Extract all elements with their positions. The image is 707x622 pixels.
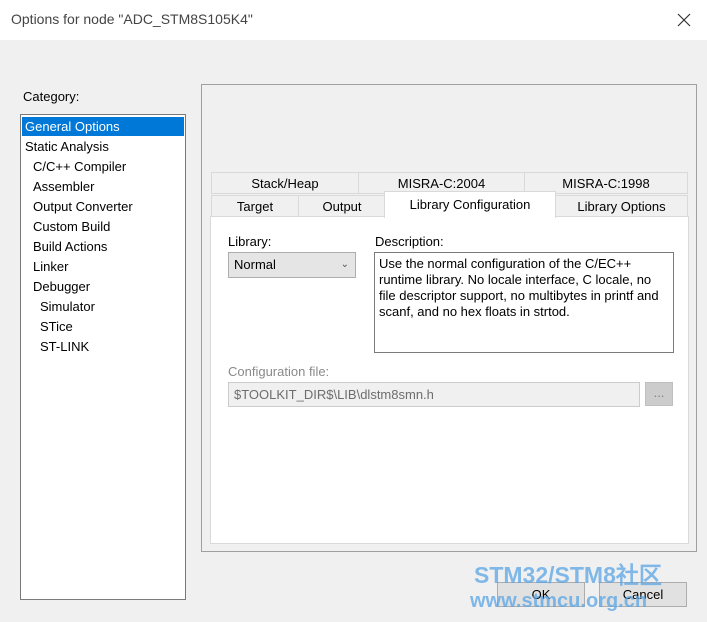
tab-library-configuration[interactable]: Library Configuration [384,191,556,218]
cancel-button[interactable]: Cancel [599,582,687,607]
category-item-debugger[interactable]: Debugger [30,277,90,296]
ok-button[interactable]: OK [497,582,585,607]
category-item-stice[interactable]: STice [37,317,73,336]
library-select-value: Normal [234,257,276,272]
window-title: Options for node "ADC_STM8S105K4" [11,11,253,27]
category-item-custom-build[interactable]: Custom Build [30,217,110,236]
configuration-file-label: Configuration file: [228,364,330,379]
close-button[interactable] [660,0,707,40]
category-item-general-options[interactable]: General Options [22,117,184,136]
close-icon [677,13,690,27]
category-item-st-link[interactable]: ST-LINK [37,337,89,356]
category-item-simulator[interactable]: Simulator [37,297,95,316]
category-item-output-converter[interactable]: Output Converter [30,197,133,216]
chevron-down-icon: ⌄ [340,259,349,270]
configuration-file-input[interactable]: $TOOLKIT_DIR$\LIB\dlstm8smn.h [228,382,640,407]
description-label: Description: [375,234,444,249]
category-item-c-compiler[interactable]: C/C++ Compiler [30,157,126,176]
tab-output[interactable]: Output [298,195,386,217]
category-label: Category: [23,89,80,104]
category-item-linker[interactable]: Linker [30,257,68,276]
category-item-build-actions[interactable]: Build Actions [30,237,107,256]
tab-target[interactable]: Target [211,195,299,217]
category-item-assembler[interactable]: Assembler [30,177,94,196]
tab-library-options[interactable]: Library Options [555,195,688,217]
category-list[interactable]: General Options Static Analysis C/C++ Co… [20,114,186,600]
description-text: Use the normal configuration of the C/EC… [374,252,674,353]
library-select[interactable]: Normal ⌄ [228,252,356,278]
category-item-static-analysis[interactable]: Static Analysis [22,137,109,156]
tab-stack-heap[interactable]: Stack/Heap [211,172,359,194]
library-label: Library: [228,234,272,249]
browse-button[interactable]: ... [645,382,673,406]
